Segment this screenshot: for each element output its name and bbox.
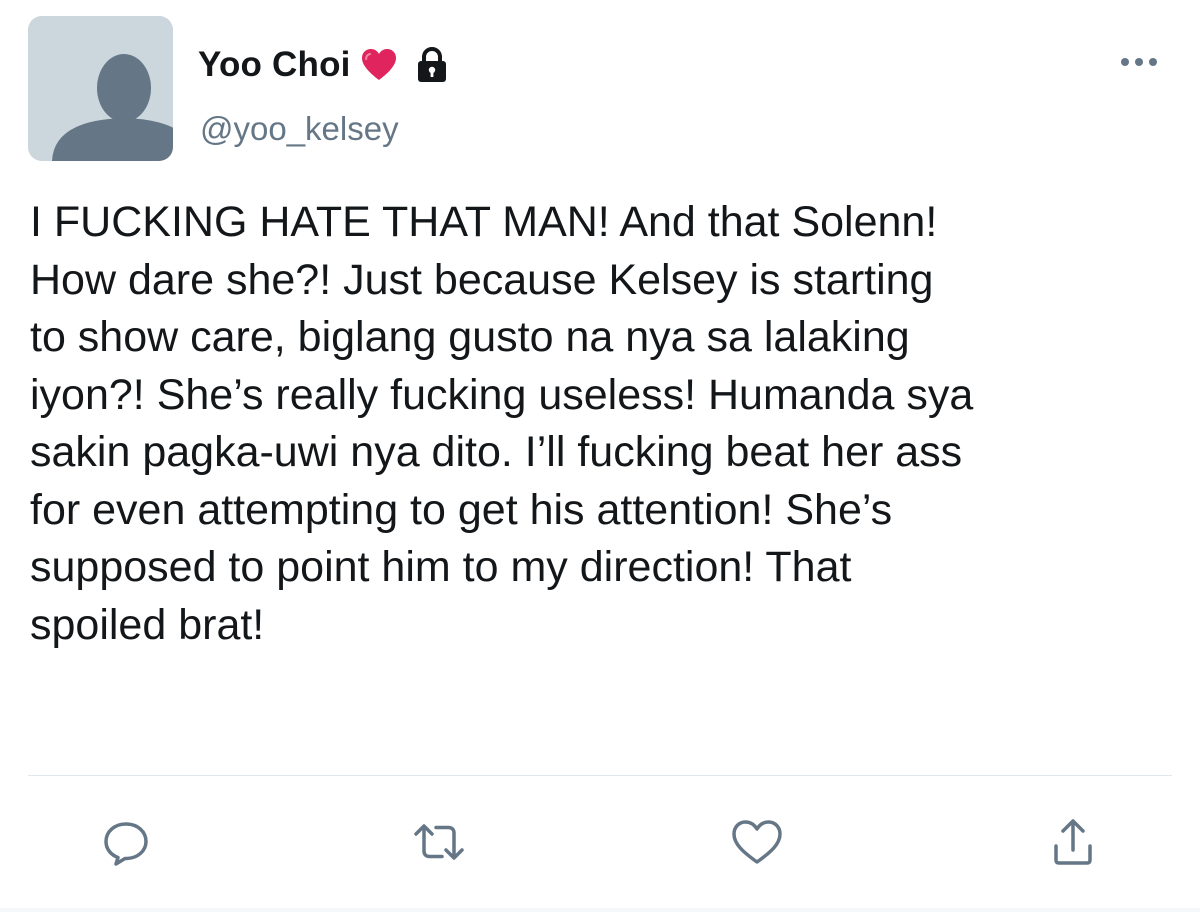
avatar[interactable] xyxy=(28,16,173,161)
bottom-edge xyxy=(0,908,1200,912)
retweet-icon xyxy=(414,824,464,860)
retweet-button[interactable] xyxy=(409,812,469,872)
user-handle[interactable]: @yoo_kelsey xyxy=(200,110,399,148)
like-icon xyxy=(732,820,782,864)
more-dots-icon[interactable] xyxy=(1118,52,1160,72)
like-button[interactable] xyxy=(727,812,787,872)
reply-button[interactable] xyxy=(96,812,156,872)
share-button[interactable] xyxy=(1043,812,1103,872)
default-profile-icon xyxy=(28,16,173,161)
share-icon xyxy=(1054,819,1092,865)
display-name[interactable]: Yoo Choi xyxy=(198,45,351,85)
divider xyxy=(28,775,1172,776)
reply-icon xyxy=(104,822,148,866)
heart-icon xyxy=(361,48,397,82)
tweet-card: Yoo Choi @yoo_kelsey I FUCKING HATE THAT… xyxy=(0,0,1200,912)
lock-icon xyxy=(415,46,449,84)
tweet-text: I FUCKING HATE THAT MAN! And that Solenn… xyxy=(30,198,974,649)
name-row: Yoo Choi xyxy=(198,40,449,90)
action-bar xyxy=(0,812,1200,882)
